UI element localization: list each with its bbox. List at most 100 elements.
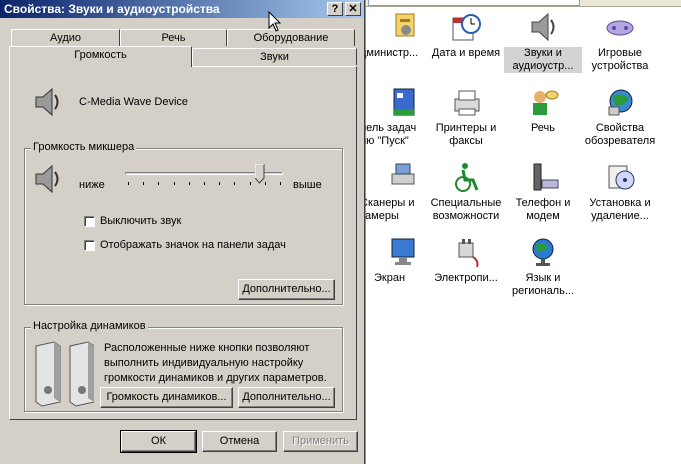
mute-checkbox[interactable] bbox=[84, 216, 95, 227]
cp-item-label: Установка и bbox=[589, 197, 651, 209]
cp-item-regional[interactable]: Язык и региональ... bbox=[504, 235, 582, 298]
add-remove-icon bbox=[603, 160, 637, 194]
cp-item-label: модем bbox=[526, 210, 560, 222]
button-label: Дополнительно... bbox=[242, 391, 331, 403]
power-icon bbox=[449, 235, 483, 269]
taskbar-icon bbox=[382, 85, 416, 119]
slider-tick bbox=[264, 182, 266, 185]
tab-audio[interactable]: Аудио bbox=[11, 29, 120, 46]
speakers-description: Расположенные ниже кнопки позволяют выпо… bbox=[104, 341, 327, 386]
speakers-image bbox=[34, 340, 95, 408]
slider-low-label: ниже bbox=[79, 179, 105, 191]
close-icon: ✕ bbox=[348, 3, 358, 15]
speaker-icon bbox=[526, 10, 560, 44]
display-icon bbox=[382, 235, 416, 269]
apply-button[interactable]: Применить bbox=[283, 431, 358, 452]
cp-item-label: Принтеры и bbox=[435, 122, 497, 134]
slider-tick bbox=[128, 182, 129, 185]
ok-button[interactable]: ОК bbox=[120, 430, 197, 453]
mixer-advanced-button[interactable]: Дополнительно... bbox=[238, 279, 335, 300]
scanner-icon bbox=[382, 160, 416, 194]
volume-slider-thumb[interactable] bbox=[254, 163, 265, 184]
address-bar-edge bbox=[366, 0, 681, 7]
button-label: Отмена bbox=[219, 435, 260, 447]
cp-item-label: факсы bbox=[449, 135, 483, 147]
slider-tick bbox=[249, 182, 251, 185]
cp-item-date-time[interactable]: Дата и время bbox=[427, 10, 505, 60]
cp-item-add-remove[interactable]: Установка и удаление... bbox=[581, 160, 659, 223]
cp-item-label: Дата и время bbox=[431, 47, 501, 59]
cp-item-game-controllers[interactable]: Игровые устройства bbox=[581, 10, 659, 73]
dialog-title: Свойства: Звуки и аудиоустройства bbox=[4, 2, 220, 16]
cp-item-printers[interactable]: Принтеры и факсы bbox=[427, 85, 505, 148]
cp-item-label: Игровые bbox=[597, 47, 643, 59]
tab-label: Аудио bbox=[49, 32, 82, 44]
cp-item-label: аудиоустр... bbox=[504, 60, 582, 73]
cp-item-internet-options[interactable]: Свойства обозревателя bbox=[581, 85, 659, 148]
tray-icon-label: Отображать значок на панели задач bbox=[100, 239, 286, 251]
tab-label: Громкость bbox=[74, 49, 127, 61]
tab-speech[interactable]: Речь bbox=[120, 29, 227, 46]
group-label: Настройка динамиков bbox=[31, 320, 148, 332]
description-line: выполнить индивидуальную настройку bbox=[104, 357, 304, 369]
cp-item-label: Язык и bbox=[525, 272, 561, 284]
address-bar-fragment bbox=[368, 0, 580, 6]
description-line: громкости динамиков и других параметров. bbox=[104, 372, 327, 384]
control-panel-window: дминистр... Дата и время Звуки и аудиоус… bbox=[360, 0, 681, 464]
tab-hardware[interactable]: Оборудование bbox=[227, 29, 355, 46]
tab-label: Речь bbox=[161, 32, 186, 44]
cp-item-sounds[interactable]: Звуки и аудиоустр... bbox=[504, 10, 582, 73]
cp-item-label: возможности bbox=[432, 210, 500, 222]
cp-item-speech[interactable]: Речь bbox=[504, 85, 582, 135]
slider-tick bbox=[234, 182, 236, 185]
slider-tick bbox=[143, 182, 145, 185]
cp-item-label: устройства bbox=[591, 60, 649, 72]
internet-options-icon bbox=[603, 85, 637, 119]
speaker-icon bbox=[32, 86, 64, 118]
mute-label: Выключить звук bbox=[100, 215, 182, 227]
speaker-volume-button[interactable]: Громкость динамиков... bbox=[100, 387, 233, 408]
group-label: Громкость микшера bbox=[31, 141, 137, 153]
tab-label: Оборудование bbox=[253, 32, 329, 44]
cancel-button[interactable]: Отмена bbox=[202, 431, 277, 452]
tab-volume[interactable]: Громкость bbox=[9, 46, 192, 67]
cp-item-label: Специальные bbox=[430, 197, 502, 209]
admin-tools-icon bbox=[382, 10, 416, 44]
cp-item-phone-modem[interactable]: Телефон и модем bbox=[504, 160, 582, 223]
cp-item-label: обозревателя bbox=[584, 135, 656, 147]
tab-sounds[interactable]: Звуки bbox=[192, 48, 357, 65]
tray-icon-checkbox[interactable] bbox=[84, 240, 95, 251]
cp-item-label: Речь bbox=[530, 122, 556, 134]
cp-item-label: региональ... bbox=[511, 285, 575, 297]
tab-label: Звуки bbox=[260, 51, 289, 63]
cp-item-accessibility[interactable]: Специальные возможности bbox=[427, 160, 505, 223]
gamepad-icon bbox=[603, 10, 637, 44]
slider-tick bbox=[158, 182, 160, 185]
description-line: Расположенные ниже кнопки позволяют bbox=[104, 342, 310, 354]
calendar-clock-icon bbox=[449, 10, 483, 44]
slider-tick bbox=[280, 182, 281, 185]
sound-properties-dialog: Свойства: Звуки и аудиоустройства ? ✕ Ау… bbox=[0, 0, 365, 464]
device-name: C-Media Wave Device bbox=[79, 96, 189, 108]
slider-tick bbox=[219, 182, 221, 185]
slider-high-label: выше bbox=[293, 179, 322, 191]
cp-item-label: Свойства bbox=[595, 122, 645, 134]
globe-icon bbox=[526, 235, 560, 269]
cp-item-label: Звуки и bbox=[504, 47, 582, 60]
button-label: ОК bbox=[151, 435, 166, 447]
slider-tick bbox=[204, 182, 205, 185]
slider-tick bbox=[188, 182, 190, 185]
close-button[interactable]: ✕ bbox=[345, 2, 361, 16]
phone-modem-icon bbox=[526, 160, 560, 194]
cp-item-label: Электропи... bbox=[434, 272, 498, 284]
cp-item-label: удаление... bbox=[591, 210, 649, 222]
button-label: Дополнительно... bbox=[242, 283, 331, 295]
cp-item-power[interactable]: Электропи... bbox=[427, 235, 505, 285]
dialog-title-bar[interactable]: Свойства: Звуки и аудиоустройства ? ✕ bbox=[0, 0, 364, 18]
slider-tick bbox=[173, 182, 175, 185]
help-button[interactable]: ? bbox=[327, 2, 343, 16]
speaker-advanced-button[interactable]: Дополнительно... bbox=[238, 387, 335, 408]
help-icon: ? bbox=[331, 3, 339, 15]
button-label: Громкость динамиков... bbox=[106, 391, 227, 403]
speech-icon bbox=[526, 85, 560, 119]
